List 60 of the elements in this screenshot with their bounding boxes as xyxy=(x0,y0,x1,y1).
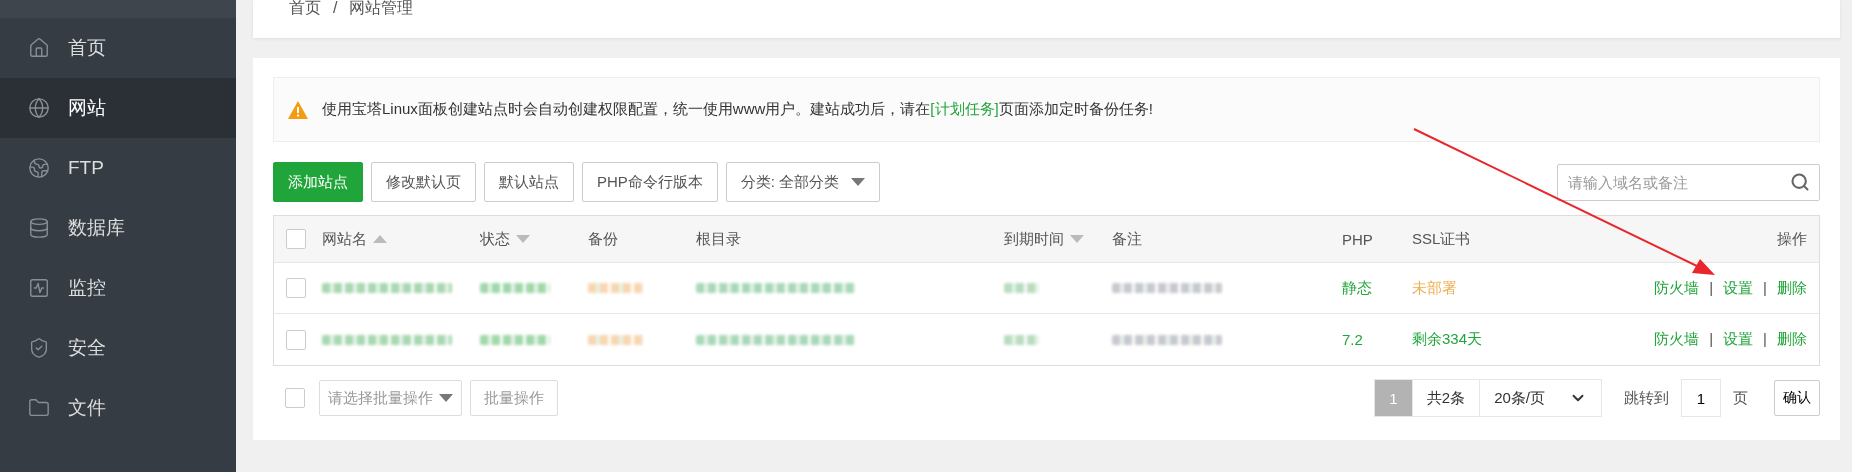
blurred-text xyxy=(588,283,643,293)
ssl-status: 剩余334天 xyxy=(1412,330,1483,347)
column-header[interactable]: 网站名 xyxy=(322,229,480,249)
sidebar-item[interactable]: 文件 xyxy=(0,378,236,438)
blurred-text xyxy=(588,334,643,345)
category-dropdown[interactable]: 分类: 全部分类 xyxy=(725,162,881,202)
folder-icon xyxy=(28,397,50,419)
sidebar-item[interactable]: 数据库 xyxy=(0,198,236,258)
caret-icon xyxy=(851,178,866,186)
globe-icon xyxy=(28,157,50,179)
page-unit: 页 xyxy=(1733,388,1748,408)
column-header: 备注 xyxy=(1112,229,1143,249)
blurred-text xyxy=(480,334,550,345)
sidebar-item[interactable]: 安全 xyxy=(0,318,236,378)
checkbox[interactable] xyxy=(285,388,305,408)
column-header[interactable]: 状态 xyxy=(480,229,588,249)
chart-frame-icon xyxy=(28,277,50,299)
sidebar-item[interactable]: 监控 xyxy=(0,258,236,318)
breadcrumb-item: 网站管理 xyxy=(349,0,414,16)
php-version: 静态 xyxy=(1342,278,1373,298)
toolbar-button[interactable]: 修改默认页 xyxy=(371,162,476,202)
toolbar-button[interactable]: PHP命令行版本 xyxy=(582,162,718,202)
checkbox[interactable] xyxy=(286,229,306,249)
column-header: PHP xyxy=(1342,230,1374,248)
jump-label: 跳转到 xyxy=(1624,388,1669,408)
checkbox[interactable] xyxy=(286,329,306,350)
notice-text: 使用宝塔Linux面板创建站点时会自动创建权限配置，统一使用www用户。建站成功后，请在[计划任务]页面添加定时备份任务! xyxy=(322,100,1153,119)
breadcrumb-item[interactable]: 首页 xyxy=(289,0,321,16)
warning-icon xyxy=(288,100,308,119)
search-field[interactable]: 请输入域名或备注 xyxy=(1557,163,1820,201)
page-size-select[interactable]: 20条/页 xyxy=(1480,379,1602,417)
sidebar-item[interactable]: 首页 xyxy=(0,18,236,78)
column-header: 根目录 xyxy=(696,229,742,249)
column-header: 操作 xyxy=(1776,229,1807,249)
sidebar-item[interactable]: FTP xyxy=(0,138,236,198)
blurred-text xyxy=(1004,334,1039,345)
separator: | xyxy=(1709,330,1714,349)
column-header: SSL证书 xyxy=(1412,229,1472,249)
blurred-text xyxy=(480,283,550,293)
confirm-button[interactable]: 确认 xyxy=(1774,380,1820,416)
separator: | xyxy=(1763,278,1767,298)
home-icon xyxy=(28,37,50,59)
page-input[interactable]: 1 xyxy=(1681,379,1721,417)
separator: | xyxy=(1709,278,1714,298)
globe-icon xyxy=(28,97,50,119)
search-icon[interactable] xyxy=(1790,171,1810,192)
total-count: 共2条 xyxy=(1412,379,1481,417)
php-version: 7.2 xyxy=(1342,331,1364,348)
column-header[interactable]: 到期时间 xyxy=(1004,229,1112,249)
separator: | xyxy=(1763,330,1767,349)
checkbox[interactable] xyxy=(286,278,306,298)
column-header: 备份 xyxy=(588,229,619,249)
breadcrumb-separator: / xyxy=(333,0,338,16)
caret-icon xyxy=(439,394,453,402)
shield-check-icon xyxy=(28,337,50,359)
blurred-text xyxy=(1004,283,1039,293)
ssl-status: 未部署 xyxy=(1412,278,1457,296)
toolbar-button[interactable]: 默认站点 xyxy=(484,162,574,202)
database-icon xyxy=(28,217,50,239)
sidebar-item[interactable]: 网站 xyxy=(0,78,236,138)
